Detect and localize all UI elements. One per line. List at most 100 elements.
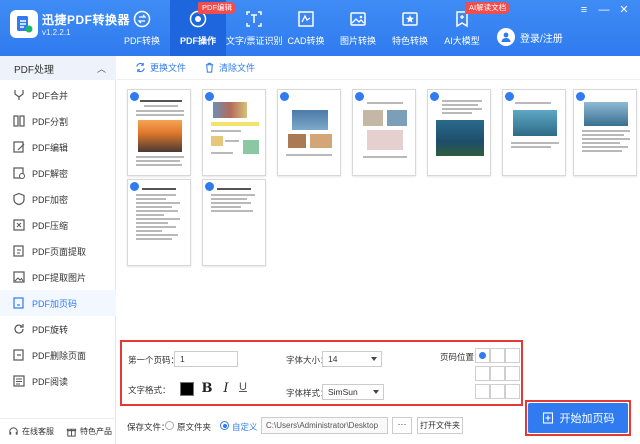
start-add-page-number-button[interactable]: 开始加页码 [528,403,628,433]
sidebar-item-label: PDF合并 [32,90,69,101]
first-page-input[interactable]: 1 [174,351,238,367]
unlock-icon [12,166,26,180]
page-thumbnail[interactable] [573,89,637,176]
position-middle-right[interactable] [505,366,520,381]
position-top-right[interactable] [505,348,520,363]
page-thumbnail[interactable] [277,89,341,176]
position-middle-left[interactable] [475,366,490,381]
sidebar-item-compress[interactable]: PDF压缩 [0,212,116,238]
image-icon [348,9,368,29]
sidebar-item-edit[interactable]: PDF编辑 [0,134,116,160]
page-thumbnail[interactable] [352,89,416,176]
start-button-label: 开始加页码 [559,413,615,425]
position-middle-center[interactable] [490,366,505,381]
save-file-label: 保存文件： [127,422,170,432]
font-style-value: SimSun [328,387,358,397]
page-select-dot[interactable] [280,92,289,101]
login-label: 登录/注册 [520,33,563,45]
ocr-icon [244,9,264,29]
sidebar-item-merge[interactable]: PDF合并 [0,82,116,108]
nav-pdf-convert[interactable]: PDF转换 [114,0,170,56]
replace-file-button[interactable]: 更换文件 [135,61,186,74]
trash-icon [205,62,214,73]
position-top-center[interactable] [490,348,505,363]
nav-ocr[interactable]: 文字/票证识别 [226,0,283,56]
source-folder-radio[interactable] [165,421,174,430]
bold-button[interactable]: B [200,381,214,396]
featured-products-button[interactable]: 特色产品 [66,426,112,437]
page-thumbnail[interactable] [202,89,266,176]
page-select-dot[interactable] [130,92,139,101]
chevron-down-icon [373,390,379,394]
position-top-left[interactable] [475,348,490,363]
app-logo [10,10,38,38]
page-select-dot[interactable] [355,92,364,101]
sidebar-item-unlock[interactable]: PDF解密 [0,160,116,186]
browse-button[interactable]: ··· [392,417,412,434]
online-service-button[interactable]: 在线客服 [8,426,54,437]
sidebar-item-label: PDF提取图片 [32,272,87,283]
sidebar-item-split[interactable]: PDF分割 [0,108,116,134]
menu-icon[interactable]: ≡ [576,3,592,17]
online-service-label: 在线客服 [22,427,54,436]
font-size-select[interactable]: 14 [322,351,382,367]
position-bottom-center[interactable] [490,384,505,399]
underline-button[interactable]: U [236,381,250,393]
page-thumbnail[interactable] [427,89,491,176]
chevron-up-icon: ︿ [96,64,106,74]
page-select-dot[interactable] [430,92,439,101]
sidebar-item-rotate[interactable]: PDF旋转 [0,316,116,342]
headset-icon [9,427,18,435]
sidebar-header[interactable]: PDF处理 ︿ [0,56,116,80]
replace-icon [136,62,145,73]
position-bottom-left[interactable] [475,384,490,399]
avatar-icon [497,28,515,46]
top-bar: 迅捷PDF转换器 v1.2.2.1 PDF转换 PDF操作 PDF编辑 文字/票… [0,0,640,56]
italic-button[interactable]: I [219,381,233,396]
page-select-dot[interactable] [505,92,514,101]
page-thumbnail[interactable] [502,89,566,176]
custom-folder-label: 自定义 [232,422,258,432]
nav-cad[interactable]: CAD转换 [278,0,334,56]
sidebar-item-page-extract[interactable]: PDF页面提取 [0,238,116,264]
minimize-icon[interactable]: — [596,3,612,17]
nav-label: CAD转换 [287,36,325,46]
merge-icon [12,88,26,102]
nav-label: 特色转换 [391,36,428,46]
sidebar-item-image-extract[interactable]: PDF提取图片 [0,264,116,290]
featured-products-label: 特色产品 [80,427,112,436]
nav-special[interactable]: 特色转换 [382,0,438,56]
cad-icon [296,9,316,29]
sidebar-item-read[interactable]: PDF阅读 [0,368,116,394]
sidebar-item-delete-page[interactable]: PDF删除页面 [0,342,116,368]
login-button[interactable]: 登录/注册 [497,28,563,46]
close-icon[interactable]: ✕ [616,3,632,17]
page-select-dot[interactable] [205,92,214,101]
page-select-dot[interactable] [576,92,585,101]
sidebar-item-page-number[interactable]: PDF加页码 [0,290,116,316]
page-thumbnail[interactable] [127,89,191,176]
page-select-dot[interactable] [205,182,214,191]
nav-image[interactable]: 图片转换 [330,0,386,56]
sidebar-item-lock[interactable]: PDF加密 [0,186,116,212]
source-folder-label: 原文件夹 [177,422,212,432]
page-thumbnail[interactable] [202,179,266,266]
replace-file-label: 更换文件 [150,63,187,73]
split-icon [12,114,26,128]
pdf-convert-icon [132,9,152,29]
nav-label: PDF操作 [179,36,216,46]
text-color-picker[interactable] [180,382,194,396]
clear-file-button[interactable]: 清除文件 [204,61,255,74]
open-folder-button[interactable]: 打开文件夹 [417,417,463,434]
save-path-input[interactable]: C:\Users\Administrator\Desktop [261,417,388,434]
page-thumbnails [117,80,640,338]
app-version: v1.2.2.1 [42,28,71,37]
position-bottom-right[interactable] [505,384,520,399]
font-style-select[interactable]: SimSun [322,384,384,400]
sidebar-item-label: PDF删除页面 [32,350,87,361]
page-select-dot[interactable] [130,182,139,191]
custom-folder-radio[interactable] [220,421,229,430]
first-page-label: 第一个页码： [128,355,180,365]
page-thumbnail[interactable] [127,179,191,266]
text-format-label: 文字格式： [128,385,171,395]
